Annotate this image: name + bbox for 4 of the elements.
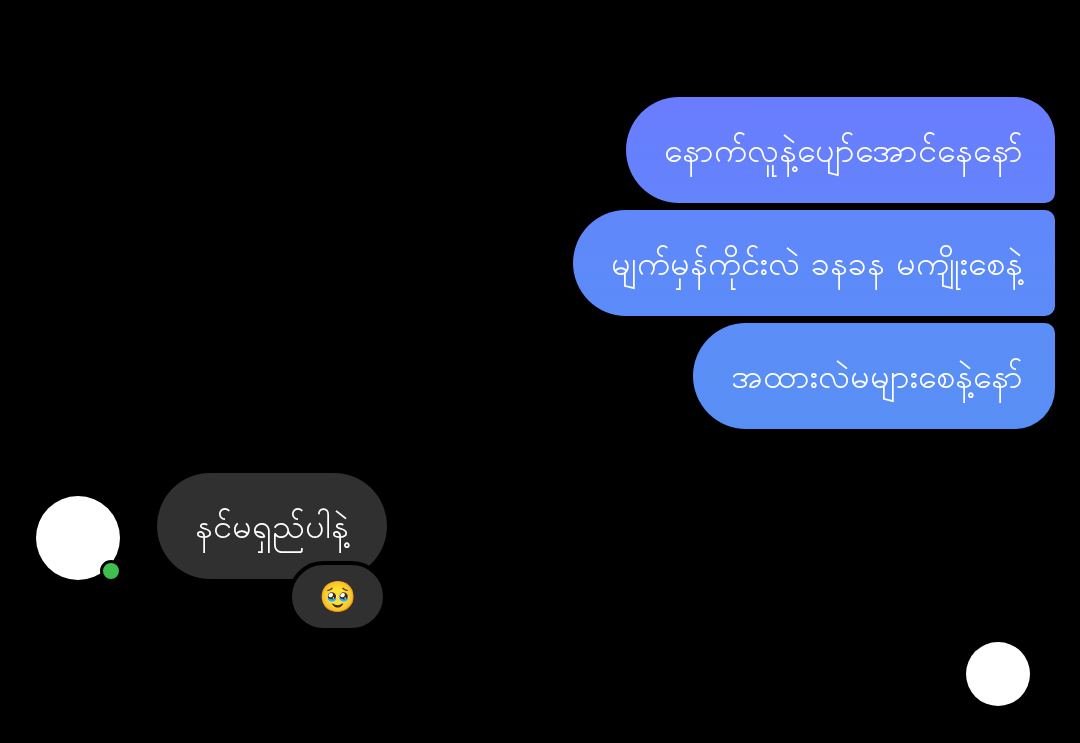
sent-message-bubble: မျက်မှန်ကိုင်းလဲ ခနခန မကျိုးစေနဲ့: [573, 210, 1055, 316]
sent-message-bubble: အထားလဲမများစေနဲ့နော်: [693, 323, 1055, 429]
sent-message-bubble: နောက်လူနဲ့ပျော်အောင်နေနော်: [626, 97, 1055, 203]
received-message-bubble: နင်မရှည်ပါနဲ့: [157, 473, 387, 579]
